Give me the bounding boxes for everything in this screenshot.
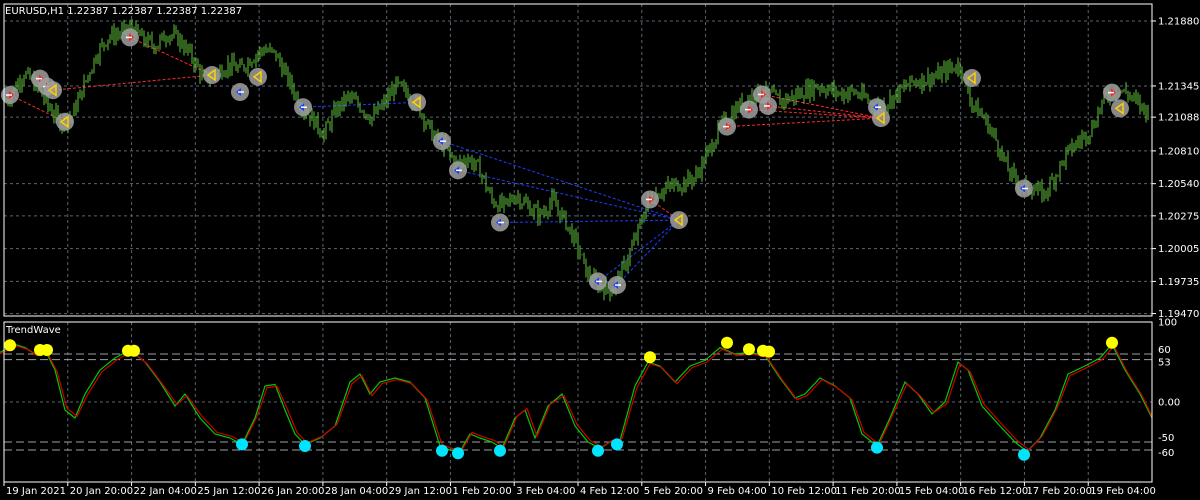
indicator-grid [4, 322, 1152, 482]
time-axis-label: 28 Jan 04:00 [325, 486, 388, 497]
peak-marker [763, 345, 775, 358]
signal-exit [203, 66, 221, 85]
signal-halo [56, 112, 74, 131]
signal-exit [1111, 99, 1129, 118]
peak-marker [4, 339, 16, 352]
signal-halo [249, 67, 267, 86]
time-axis-label: 19 Jan 2021 [6, 486, 66, 497]
signal-halo [670, 211, 688, 230]
signal-sell [1103, 83, 1121, 102]
indicator-axis-label: 0.00 [1158, 398, 1180, 409]
trade-link [441, 140, 680, 221]
signal-sell [740, 100, 758, 119]
price-axis-label: 1.20005 [1158, 244, 1199, 255]
time-axis-label: 29 Jan 12:00 [389, 486, 452, 497]
signal-halo [44, 81, 62, 100]
trough-marker [1018, 448, 1030, 461]
indicator-axis-label: 53 [1158, 358, 1171, 369]
price-axis-label: 1.20275 [1158, 211, 1199, 222]
trade-link [9, 94, 66, 123]
trade-link [726, 117, 882, 128]
trade-link [616, 219, 680, 286]
time-axis-label: 22 Jan 04:00 [134, 486, 197, 497]
signal-exit [872, 109, 890, 128]
time-axis-label: 19 Feb 04:00 [1090, 486, 1156, 497]
signal-exit [408, 93, 426, 112]
trade-link [52, 74, 213, 91]
peak-marker [1106, 336, 1118, 349]
time-axis-label: 20 Jan 20:00 [70, 486, 133, 497]
signal-exit [249, 67, 267, 86]
signal-exit [44, 81, 62, 100]
price-candles [5, 19, 1149, 302]
price-links [9, 36, 882, 286]
trough-marker [611, 438, 623, 451]
signal-halo [408, 93, 426, 112]
signal-exit [963, 69, 981, 88]
signal-exit [56, 112, 74, 131]
signal-buy [231, 83, 249, 102]
trough-marker [871, 441, 883, 454]
trough-marker [452, 447, 464, 460]
trough-marker [299, 440, 311, 452]
trough-marker [592, 444, 604, 457]
main-grid [4, 4, 1152, 316]
indicator-lines [0, 343, 1153, 453]
signal-halo [872, 109, 890, 128]
signal-buy [1015, 179, 1033, 198]
chart-window: 1.21880 1.21345 1.21088 1.20810 1.20540 1.202… [0, 0, 1200, 500]
trade-link [499, 219, 680, 224]
time-axis-label: 10 Feb 12:00 [771, 486, 837, 497]
peak-marker [644, 351, 656, 364]
price-axis-label: 1.21880 [1158, 16, 1199, 27]
time-axis-label: 4 Feb 12:00 [580, 486, 639, 497]
trough-marker [436, 444, 448, 457]
signal-halo [1111, 99, 1129, 118]
trough-marker [494, 444, 506, 457]
time-axis-label: 11 Feb 20:00 [835, 486, 901, 497]
signal-sell [759, 96, 777, 115]
indicator-axis-label: -50 [1158, 433, 1174, 444]
signal-buy [433, 132, 451, 151]
indicator-axis-label: -60 [1158, 448, 1174, 459]
indicator-axis-label: 100 [1158, 318, 1177, 329]
time-axis-label: 25 Jan 12:00 [197, 486, 260, 497]
time-axis-label: 16 Feb 12:00 [963, 486, 1029, 497]
signal-sell [121, 28, 139, 47]
signal-sell [641, 190, 659, 209]
signal-exit [670, 211, 688, 230]
peak-marker [41, 344, 53, 356]
peak-marker [743, 343, 755, 356]
peak-marker [128, 344, 140, 357]
signal-sell [718, 117, 736, 136]
peak-marker [721, 336, 733, 349]
signal-buy [491, 213, 509, 232]
time-axis-label: 1 Feb 20:00 [452, 486, 511, 497]
signal-buy [608, 276, 626, 295]
indicator-title: TrendWave [5, 325, 61, 336]
time-axis-label: 17 Feb 20:00 [1026, 486, 1092, 497]
price-axis-label: 1.21345 [1158, 81, 1199, 92]
signal-buy [589, 272, 607, 291]
chart-header: EURUSD,H1 1.22387 1.22387 1.22387 1.2238… [5, 6, 242, 17]
chart-canvas[interactable]: 1.21880 1.21345 1.21088 1.20810 1.20540 1.202… [0, 0, 1200, 500]
signal-buy [449, 161, 467, 180]
time-axis-label: 5 Feb 20:00 [644, 486, 703, 497]
time-axis-label: 3 Feb 04:00 [516, 486, 575, 497]
indicator-axis-label: 60 [1158, 345, 1171, 356]
time-axis-label: 9 Feb 04:00 [708, 486, 767, 497]
price-axis-label: 1.19735 [1158, 277, 1199, 288]
time-axis-label: 26 Jan 20:00 [261, 486, 324, 497]
signal-halo [963, 69, 981, 88]
signal-buy [294, 98, 312, 117]
time-axis-label: 15 Feb 04:00 [899, 486, 965, 497]
price-axis-label: 1.21088 [1158, 113, 1199, 124]
trough-marker [236, 438, 248, 451]
price-axis-label: 1.20540 [1158, 179, 1199, 190]
price-axis-label: 1.20810 [1158, 146, 1199, 157]
signal-halo [203, 66, 221, 85]
